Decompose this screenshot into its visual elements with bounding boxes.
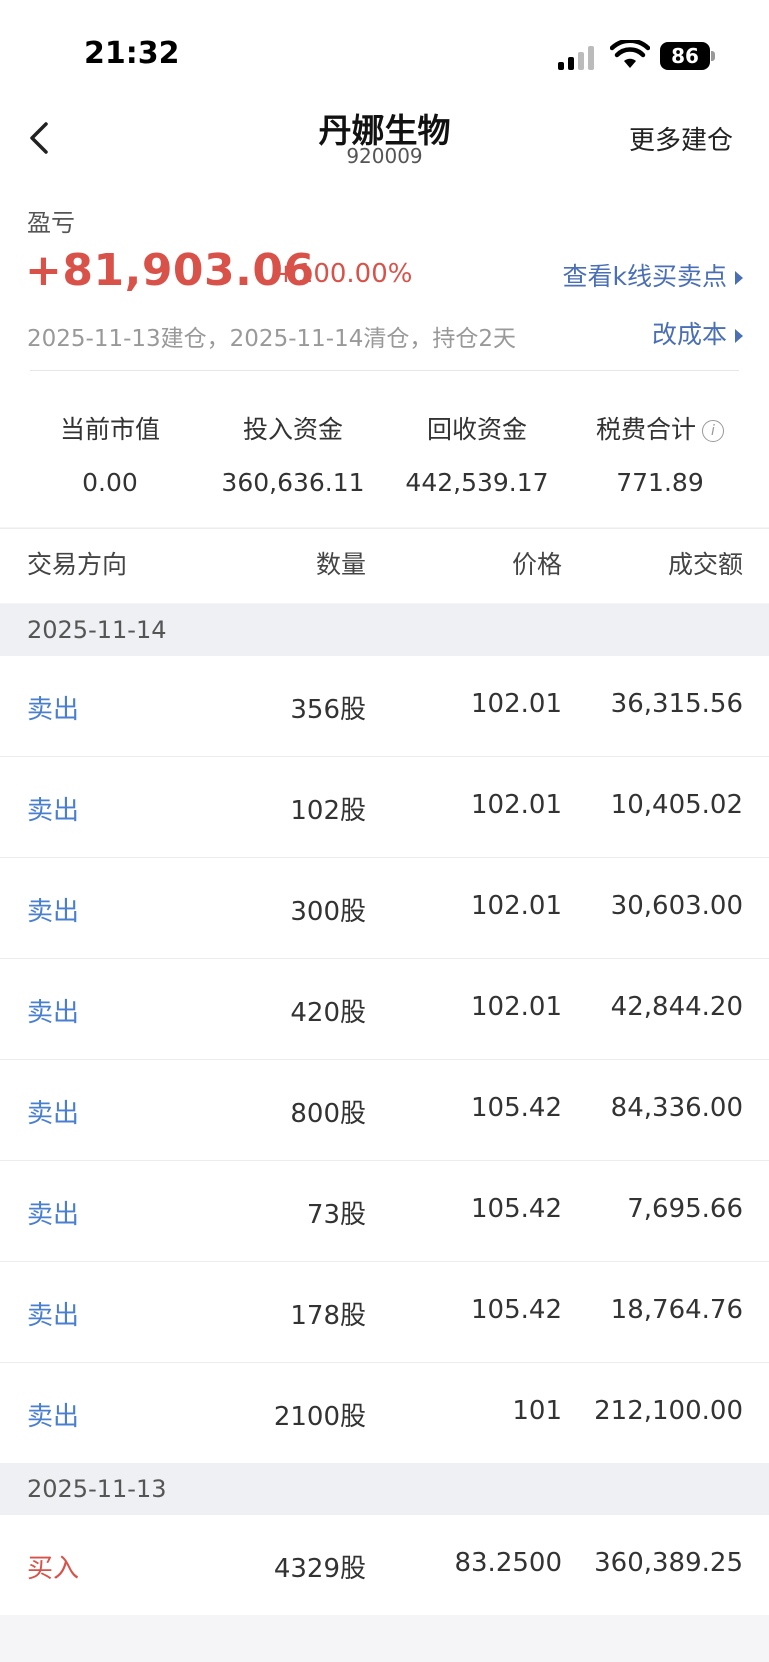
pl-percent: +100.00% xyxy=(275,259,413,289)
stat-value: 771.89 xyxy=(616,468,704,497)
row-direction: 卖出 xyxy=(27,1099,80,1129)
status-bar: 21:32 86 xyxy=(0,0,769,90)
info-icon[interactable]: i xyxy=(702,420,724,442)
row-amount: 212,100.00 xyxy=(594,1396,743,1426)
row-direction: 卖出 xyxy=(27,897,80,927)
group-date: 2025-11-14 xyxy=(27,616,167,644)
row-direction: 卖出 xyxy=(27,1301,80,1331)
stat-label: 当前市值 xyxy=(59,415,160,444)
stat-value: 0.00 xyxy=(82,468,138,497)
stat-recovered: 回收资金 442,539.17 xyxy=(387,410,567,497)
date-group-header: 2025-11-14 xyxy=(0,604,769,656)
stat-invested: 投入资金 360,636.11 xyxy=(203,410,383,497)
row-direction: 卖出 xyxy=(27,1200,80,1230)
summary-card: 盈亏 +81,903.06 +100.00% 查看k线买卖点 2025-11-1… xyxy=(0,185,769,527)
row-direction: 卖出 xyxy=(27,796,80,826)
row-direction: 买入 xyxy=(27,1554,80,1584)
row-amount: 7,695.66 xyxy=(627,1194,743,1224)
group-date: 2025-11-13 xyxy=(27,1475,167,1503)
row-amount: 30,603.00 xyxy=(610,891,743,921)
row-price: 83.2500 xyxy=(454,1548,562,1578)
stat-fees: 税费合计 i 771.89 xyxy=(570,410,750,497)
triangle-right-icon xyxy=(735,329,743,343)
table-row[interactable]: 卖出 178股 105.42 18,764.76 xyxy=(0,1262,769,1363)
edit-cost-label: 改成本 xyxy=(651,320,727,349)
position-dates: 2025-11-13建仓，2025-11-14清仓，持仓2天 xyxy=(27,326,516,352)
row-quantity: 356股 xyxy=(290,695,366,725)
row-amount: 18,764.76 xyxy=(610,1295,743,1325)
row-price: 101 xyxy=(512,1396,562,1426)
row-quantity: 73股 xyxy=(306,1200,366,1230)
row-direction: 卖出 xyxy=(27,695,80,725)
header-amount: 成交额 xyxy=(667,550,743,579)
stat-label: 税费合计 i xyxy=(570,410,750,446)
header-price: 价格 xyxy=(511,550,562,579)
stat-value: 360,636.11 xyxy=(221,468,365,497)
table-row[interactable]: 卖出 73股 105.42 7,695.66 xyxy=(0,1161,769,1262)
triangle-right-icon xyxy=(735,271,743,285)
row-direction: 卖出 xyxy=(27,998,80,1028)
more-positions-button[interactable]: 更多建仓 xyxy=(629,120,733,157)
pl-label: 盈亏 xyxy=(27,209,75,237)
row-quantity: 300股 xyxy=(290,897,366,927)
battery-tip xyxy=(711,51,715,61)
row-quantity: 102股 xyxy=(290,796,366,826)
table-row[interactable]: 卖出 420股 102.01 42,844.20 xyxy=(0,959,769,1060)
stat-label: 投入资金 xyxy=(242,415,343,444)
row-price: 102.01 xyxy=(471,689,562,719)
row-direction: 卖出 xyxy=(27,1402,80,1432)
kline-link-label: 查看k线买卖点 xyxy=(562,262,727,291)
cellular-signal-icon xyxy=(558,42,602,70)
row-amount: 10,405.02 xyxy=(610,790,743,820)
row-amount: 84,336.00 xyxy=(610,1093,743,1123)
row-quantity: 2100股 xyxy=(273,1402,366,1432)
fees-label: 税费合计 xyxy=(595,415,696,444)
row-quantity: 800股 xyxy=(290,1099,366,1129)
row-quantity: 4329股 xyxy=(273,1554,366,1584)
row-price: 105.42 xyxy=(471,1194,562,1224)
table-row[interactable]: 买入 4329股 83.2500 360,389.25 xyxy=(0,1515,769,1615)
wifi-icon xyxy=(610,40,650,68)
row-price: 102.01 xyxy=(471,790,562,820)
kline-link[interactable]: 查看k线买卖点 xyxy=(563,257,743,293)
row-price: 102.01 xyxy=(471,891,562,921)
nav-bar: 丹娜生物 920009 更多建仓 xyxy=(0,90,769,185)
row-price: 105.42 xyxy=(471,1295,562,1325)
table-row[interactable]: 卖出 800股 105.42 84,336.00 xyxy=(0,1060,769,1161)
row-quantity: 178股 xyxy=(290,1301,366,1331)
row-amount: 42,844.20 xyxy=(610,992,743,1022)
table-row[interactable]: 卖出 300股 102.01 30,603.00 xyxy=(0,858,769,959)
row-amount: 36,315.56 xyxy=(610,689,743,719)
pl-value: +81,903.06 xyxy=(25,245,315,296)
table-header: 交易方向 数量 价格 成交额 xyxy=(0,528,769,603)
row-price: 102.01 xyxy=(471,992,562,1022)
header-direction: 交易方向 xyxy=(27,550,128,579)
stat-label: 回收资金 xyxy=(426,415,527,444)
stat-value: 442,539.17 xyxy=(405,468,549,497)
table-row[interactable]: 卖出 2100股 101 212,100.00 xyxy=(0,1363,769,1463)
date-group-header: 2025-11-13 xyxy=(0,1463,769,1515)
header-quantity: 数量 xyxy=(315,550,366,579)
row-price: 105.42 xyxy=(471,1093,562,1123)
status-time: 21:32 xyxy=(84,36,180,71)
table-row[interactable]: 卖出 356股 102.01 36,315.56 xyxy=(0,656,769,757)
table-row[interactable]: 卖出 102股 102.01 10,405.02 xyxy=(0,757,769,858)
divider xyxy=(30,370,739,371)
row-quantity: 420股 xyxy=(290,998,366,1028)
edit-cost-link[interactable]: 改成本 xyxy=(652,315,743,351)
row-amount: 360,389.25 xyxy=(594,1548,743,1578)
stat-market-value: 当前市值 0.00 xyxy=(20,410,200,497)
battery-icon: 86 xyxy=(660,42,710,70)
